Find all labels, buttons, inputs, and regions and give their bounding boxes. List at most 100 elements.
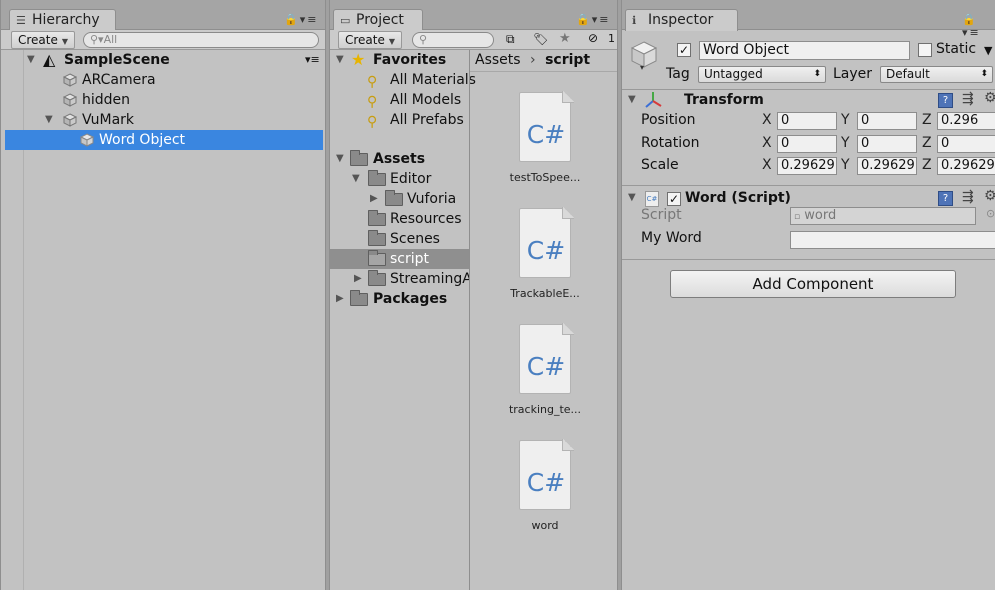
folder-icon (350, 150, 368, 166)
folder-icon (368, 250, 386, 266)
search-icon: ⚲▾ (90, 33, 104, 46)
scale-z-input[interactable]: 0.29629 (937, 157, 995, 175)
folder-icon (368, 270, 386, 286)
fold-open-icon: ▼ (336, 54, 344, 65)
rotation-x-input[interactable]: 0 (777, 135, 837, 153)
hierarchy-tab[interactable]: ☰ Hierarchy (9, 9, 116, 31)
favorite-all-prefabs[interactable]: ⚲ All Prefabs (330, 110, 617, 130)
hierarchy-item-vumark[interactable]: ▼ VuMark (5, 110, 325, 130)
rotation-z-input[interactable]: 0 (937, 135, 995, 153)
hierarchy-lock-menu-icon[interactable]: 🔒▾≡ (284, 13, 318, 26)
scale-x-input[interactable]: 0.29629 (777, 157, 837, 175)
favorite-label: All Prefabs (390, 112, 464, 128)
preset-sliders-icon[interactable]: ⇶ (962, 91, 974, 107)
csharp-file-icon[interactable]: C# (519, 323, 574, 398)
gameobject-cube-icon (63, 73, 77, 87)
project-search-input[interactable]: ⚲ (412, 32, 494, 48)
project-lock-menu-icon[interactable]: 🔒▾≡ (576, 13, 610, 26)
help-book-icon[interactable]: ? (938, 93, 953, 108)
hierarchy-search-input[interactable]: ⚲▾All (83, 32, 319, 48)
inspector-lock-menu-icon[interactable]: 🔒▾≡ (962, 13, 995, 39)
scale-y-input[interactable]: 0.29629 (857, 157, 917, 175)
script-reference-field: ▫ word (790, 207, 976, 225)
layer-label: Layer (833, 66, 873, 82)
preset-sliders-icon[interactable]: ⇶ (962, 189, 974, 205)
csharp-script-icon: C# (645, 191, 659, 207)
file-name[interactable]: testToSpee... (490, 171, 600, 184)
script-enabled-checkbox[interactable]: ✓ (667, 192, 681, 206)
info-icon: ℹ (632, 14, 637, 27)
gameobject-cube-icon (63, 113, 77, 127)
axis-y-label[interactable]: Y (841, 135, 850, 151)
axis-x-label[interactable]: X (762, 135, 772, 151)
folder-vuforia[interactable]: ▶ Vuforia (330, 189, 617, 209)
hierarchy-item-label: Word Object (99, 132, 186, 148)
project-tab[interactable]: ▭ Project (333, 9, 423, 31)
axis-y-label[interactable]: Y (841, 157, 850, 173)
position-y-input[interactable]: 0 (857, 112, 917, 130)
transform-title[interactable]: Transform (684, 92, 764, 108)
static-dropdown-arrow-icon[interactable]: ▼ (984, 44, 992, 57)
hierarchy-item-arcamera[interactable]: ARCamera (5, 70, 325, 90)
file-name[interactable]: word (490, 519, 600, 532)
hierarchy-list-icon: ☰ (16, 14, 26, 27)
breadcrumb-script[interactable]: script (545, 52, 590, 68)
packages-row[interactable]: ▶ Packages (330, 289, 469, 309)
layer-dropdown[interactable]: Default ⬍ (880, 66, 993, 83)
axis-z-label[interactable]: Z (922, 112, 932, 128)
csharp-file-icon[interactable]: C# (519, 91, 574, 166)
gear-icon[interactable]: ⚙ (984, 90, 995, 106)
scene-row[interactable]: ▼ ◭ SampleScene ▾≡ (5, 50, 325, 70)
tag-dropdown[interactable]: Untagged ⬍ (698, 66, 826, 83)
search-by-label-icon[interactable]: 🏷 (533, 32, 548, 46)
help-book-icon[interactable]: ? (938, 191, 953, 206)
axis-x-label[interactable]: X (762, 112, 772, 128)
file-name[interactable]: tracking_te... (490, 403, 600, 416)
static-checkbox[interactable] (918, 43, 932, 57)
folder-streamingassets[interactable]: ▶ StreamingA (330, 269, 469, 289)
file-name[interactable]: TrackableE... (490, 287, 600, 300)
axis-z-label[interactable]: Z (922, 157, 932, 173)
inspector-tabbar: ℹ Inspector 🔒▾≡ (622, 0, 995, 39)
project-create-button[interactable]: Create ▼ (338, 31, 403, 49)
csharp-label: C# (526, 468, 566, 497)
axis-z-label[interactable]: Z (922, 135, 932, 151)
script-component-title[interactable]: Word (Script) (685, 190, 791, 206)
axis-x-label[interactable]: X (762, 157, 772, 173)
hierarchy-item-hidden[interactable]: hidden (5, 90, 325, 110)
search-by-type-icon[interactable]: ⧉ (506, 32, 515, 47)
myword-input[interactable] (790, 231, 995, 249)
hidden-packages-icon[interactable]: ⊘ (588, 31, 598, 45)
folder-scenes[interactable]: Scenes (330, 229, 617, 249)
add-component-button[interactable]: Add Component (670, 270, 956, 298)
breadcrumb-assets[interactable]: Assets (475, 52, 521, 68)
object-name-input[interactable]: Word Object (699, 41, 910, 60)
fold-open-icon: ▼ (336, 153, 344, 164)
hierarchy-create-button[interactable]: Create ▼ (11, 31, 76, 49)
position-z-input[interactable]: 0.296 (937, 112, 995, 130)
object-active-checkbox[interactable]: ✓ (677, 43, 691, 57)
folder-icon (368, 170, 386, 186)
inspector-tab[interactable]: ℹ Inspector (625, 9, 738, 31)
fold-open-icon[interactable]: ▼ (628, 192, 636, 203)
gear-icon[interactable]: ⚙ (984, 188, 995, 204)
fold-open-icon[interactable]: ▼ (628, 94, 636, 105)
folder-script[interactable]: script (330, 249, 469, 269)
hierarchy-panel: ☰ Hierarchy 🔒▾≡ Create ▼ ⚲▾All ▼ ◭ SampleS… (0, 0, 326, 590)
dropdown-updown-icon: ⬍ (980, 69, 988, 79)
csharp-file-icon[interactable]: C# (519, 439, 574, 514)
position-x-input[interactable]: 0 (777, 112, 837, 130)
csharp-file-icon[interactable]: C# (519, 207, 574, 282)
scene-menu-icon[interactable]: ▾≡ (305, 50, 320, 70)
rotation-y-input[interactable]: 0 (857, 135, 917, 153)
project-tree-splitter[interactable] (469, 50, 470, 590)
assets-row[interactable]: ▼ Assets (330, 149, 617, 169)
favorite-all-materials[interactable]: ⚲ All Materials (330, 70, 617, 90)
script-file-icon: ▫ (794, 212, 801, 222)
fold-open-icon[interactable]: ▼ (45, 110, 53, 130)
axis-y-label[interactable]: Y (841, 112, 850, 128)
file-fold-corner (562, 439, 574, 451)
gameobject-large-cube-icon[interactable]: ▾ (630, 40, 658, 70)
hierarchy-item-word-object[interactable]: Word Object (5, 130, 323, 150)
favorite-star-icon[interactable]: ★ (559, 31, 571, 46)
